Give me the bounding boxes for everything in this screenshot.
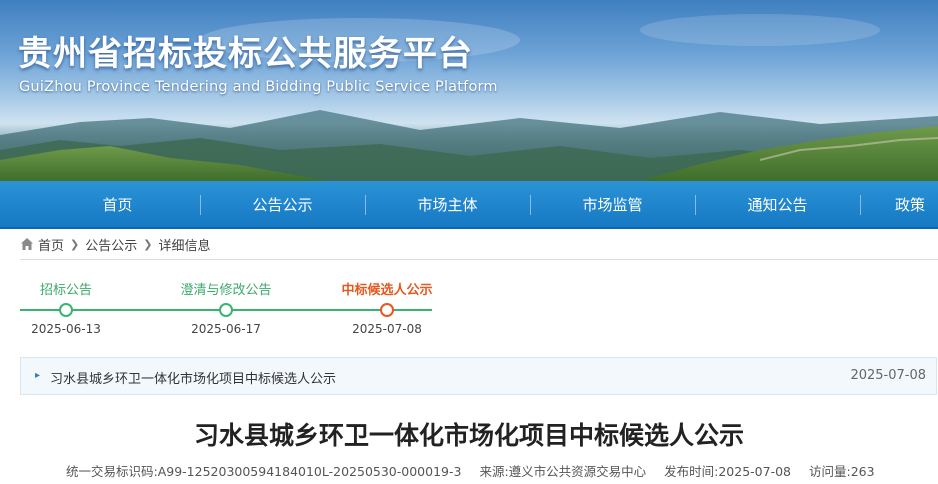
nav-item-notices[interactable]: 通知公告 xyxy=(695,181,860,227)
breadcrumb-current: 详细信息 xyxy=(158,238,211,254)
triangle-right-icon: ▸ xyxy=(35,370,41,381)
article-source: 来源:遵义市公共资源交易中心 xyxy=(479,464,647,479)
publish-time: 发布时间:2025-07-08 xyxy=(664,464,791,479)
breadcrumb: 首页 ❯ 公告公示 ❯ 详细信息 xyxy=(20,233,210,255)
timeline-step-label-active[interactable]: 中标候选人公示 xyxy=(341,279,432,298)
article-title: 习水县城乡环卫一体化市场化项目中标候选人公示 xyxy=(193,421,744,450)
chevron-right-icon: ❯ xyxy=(70,237,80,251)
breadcrumb-announcements-link[interactable]: 公告公示 xyxy=(85,235,137,254)
nav-item-market-supervision[interactable]: 市场监管 xyxy=(530,181,695,227)
breadcrumb-home-link[interactable]: 首页 xyxy=(38,235,64,254)
header-banner: 贵州省招标投标公共服务平台 GuiZhou Province Tendering… xyxy=(0,0,938,181)
chevron-right-icon: ❯ xyxy=(143,237,153,251)
breadcrumb-divider xyxy=(20,259,938,260)
site-title: 贵州省招标投标公共服务平台 xyxy=(18,34,473,74)
timeline-step-label[interactable]: 澄清与修改公告 xyxy=(180,279,271,298)
timeline-step-dot-active[interactable] xyxy=(380,303,394,317)
notice-date: 2025-07-08 xyxy=(850,368,926,383)
timeline-step-dot[interactable] xyxy=(219,303,233,317)
timeline-step-dot[interactable] xyxy=(59,303,73,317)
view-count: 访问量:263 xyxy=(808,464,875,479)
notice-list-item[interactable]: ▸ 习水县城乡环卫一体化市场化项目中标候选人公示 2025-07-08 xyxy=(20,357,937,395)
timeline-step-date: 2025-07-08 xyxy=(352,322,422,336)
transaction-code: 统一交易标识码:A99-12520300594184010L-20250530-… xyxy=(66,464,462,479)
timeline-step-label[interactable]: 招标公告 xyxy=(40,279,92,298)
main-nav: 首页 公告公示 市场主体 市场监管 通知公告 政策 xyxy=(0,181,938,229)
nav-item-policy[interactable]: 政策 xyxy=(895,181,938,227)
site-subtitle: GuiZhou Province Tendering and Bidding P… xyxy=(19,79,498,95)
nav-separator xyxy=(860,195,861,215)
timeline-step-date: 2025-06-17 xyxy=(191,322,261,336)
nav-item-market-entities[interactable]: 市场主体 xyxy=(365,181,530,227)
home-icon xyxy=(21,238,33,250)
nav-item-announcements[interactable]: 公告公示 xyxy=(200,181,365,227)
article-meta: 统一交易标识码:A99-12520300594184010L-20250530-… xyxy=(66,461,889,480)
timeline-step-date: 2025-06-13 xyxy=(31,322,101,336)
nav-item-home[interactable]: 首页 xyxy=(35,181,200,227)
notice-title-link[interactable]: 习水县城乡环卫一体化市场化项目中标候选人公示 xyxy=(50,368,336,387)
